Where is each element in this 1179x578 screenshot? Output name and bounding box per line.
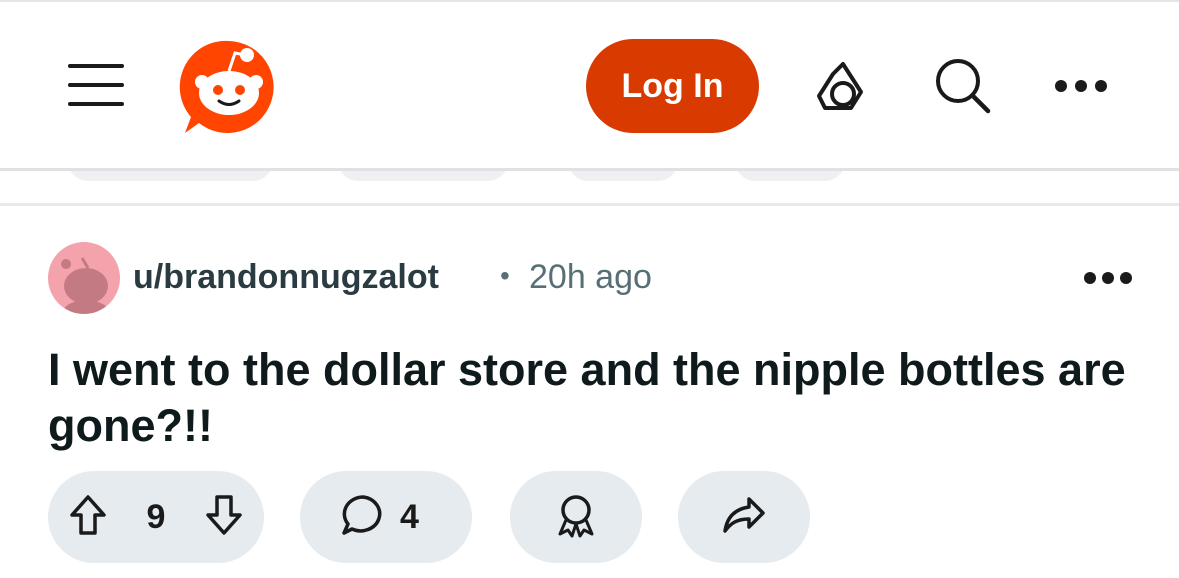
post-more-icon[interactable]	[1078, 254, 1138, 302]
award-button[interactable]	[510, 471, 642, 563]
topic-chip[interactable]	[68, 171, 273, 181]
reddit-logo-icon[interactable]	[177, 35, 281, 139]
post-timestamp: 20h ago	[529, 258, 652, 296]
topic-chip[interactable]	[735, 171, 845, 181]
post-header: u/brandonnugzalot • • 20h ago	[48, 242, 1138, 314]
topic-chips-strip	[0, 168, 1179, 204]
upvote-icon[interactable]	[68, 493, 108, 542]
get-app-icon[interactable]	[808, 54, 878, 118]
comment-count: 4	[400, 497, 419, 536]
more-icon[interactable]	[1050, 62, 1112, 110]
topic-chip[interactable]	[338, 171, 508, 181]
post-title[interactable]: I went to the dollar store and the nippl…	[48, 342, 1138, 454]
top-bar: Log In	[0, 0, 1179, 168]
award-icon	[554, 492, 598, 543]
hamburger-icon[interactable]	[60, 52, 132, 118]
comment-icon	[340, 493, 386, 542]
comments-button[interactable]: 4	[300, 471, 472, 563]
topic-chip[interactable]	[568, 171, 678, 181]
login-button[interactable]: Log In	[586, 39, 759, 133]
downvote-icon[interactable]	[204, 493, 244, 542]
divider	[0, 203, 1179, 206]
vote-pill: 9	[48, 471, 264, 563]
share-icon	[721, 495, 767, 540]
share-button[interactable]	[678, 471, 810, 563]
separator-dot-visible: •	[500, 260, 510, 291]
post-author[interactable]: u/brandonnugzalot	[133, 258, 439, 297]
avatar[interactable]	[48, 242, 120, 314]
search-icon[interactable]	[928, 54, 998, 118]
vote-count: 9	[146, 497, 166, 536]
